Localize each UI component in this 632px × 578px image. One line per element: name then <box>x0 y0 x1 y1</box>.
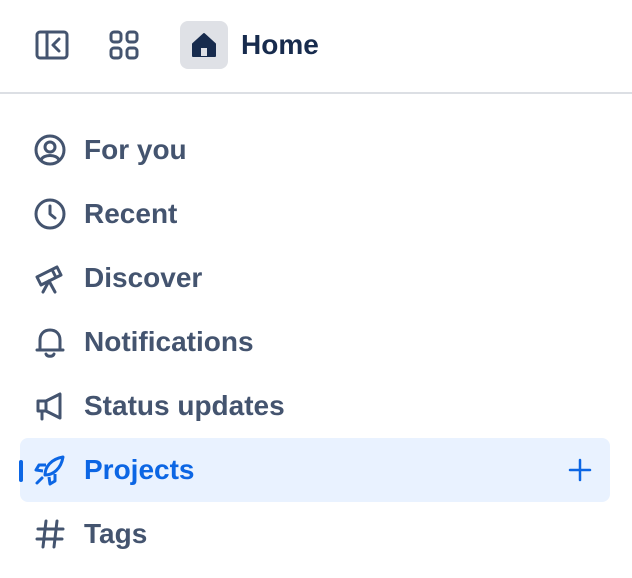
page-title: Home <box>241 29 319 60</box>
active-indicator <box>19 460 23 482</box>
add-project-button[interactable] <box>564 454 596 486</box>
sidebar-item-projects[interactable]: Projects <box>19 438 610 502</box>
hash-icon <box>32 516 68 552</box>
app-switcher-icon <box>109 30 139 60</box>
sidebar-item-label: Projects <box>84 454 195 485</box>
bell-icon <box>32 324 68 360</box>
top-header: Home <box>0 0 632 94</box>
sidebar-item-notifications[interactable]: Notifications <box>20 310 610 374</box>
sidebar-item-label: For you <box>84 134 187 165</box>
plus-icon <box>568 458 592 482</box>
rocket-icon <box>32 452 68 488</box>
sidebar-item-label: Discover <box>84 262 203 293</box>
sidebar-item-status-updates[interactable]: Status updates <box>20 374 610 438</box>
sidebar-item-recent[interactable]: Recent <box>20 182 610 246</box>
sidebar-item-label: Status updates <box>84 390 285 421</box>
sidebar-item-label: Notifications <box>84 326 254 357</box>
sidebar-item-discover[interactable]: Discover <box>20 246 610 310</box>
clock-icon <box>32 196 68 232</box>
person-icon <box>32 132 68 168</box>
sidebar-collapse-icon <box>35 30 69 60</box>
megaphone-icon <box>32 388 68 424</box>
sidebar-item-for-you[interactable]: For you <box>20 118 610 182</box>
telescope-icon <box>32 260 68 296</box>
sidebar-nav: For you Recent Discover Notifications St… <box>0 118 632 566</box>
home-tile[interactable] <box>180 21 228 69</box>
app-switcher-button[interactable] <box>100 21 148 69</box>
sidebar-toggle-button[interactable] <box>28 21 76 69</box>
sidebar-item-label: Tags <box>84 518 148 549</box>
sidebar-item-label: Recent <box>84 198 178 229</box>
sidebar-item-tags[interactable]: Tags <box>20 502 610 566</box>
home-icon <box>192 33 216 57</box>
